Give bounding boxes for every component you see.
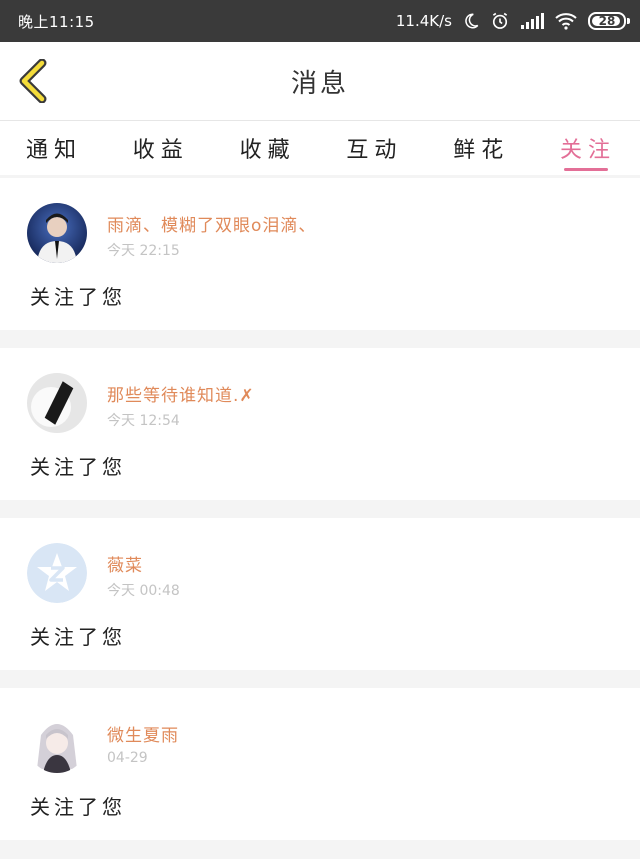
- message-text: 关注了您: [30, 795, 126, 819]
- timestamp: 今天 22:15: [107, 243, 180, 259]
- avatar[interactable]: [27, 543, 87, 603]
- moon-icon: [462, 12, 480, 30]
- message-list: 雨滴、模糊了双眼o泪滴、 今天 22:15 关注了您 那些等待谁知道.✗ 今天 …: [0, 175, 640, 840]
- tab-favorites[interactable]: 收藏: [240, 121, 296, 175]
- status-bar: 晚上11:15 11.4K/s 28: [0, 0, 640, 42]
- net-speed: 11.4K/s: [395, 12, 452, 30]
- timestamp: 今天 00:48: [107, 583, 180, 599]
- alarm-icon: [490, 11, 510, 31]
- avatar[interactable]: [27, 373, 87, 433]
- message-text: 关注了您: [30, 455, 126, 479]
- user-name[interactable]: 微生夏雨: [107, 721, 179, 746]
- tab-flowers[interactable]: 鲜花: [453, 121, 509, 175]
- timestamp: 今天 12:54: [107, 413, 180, 429]
- user-name[interactable]: 那些等待谁知道.✗: [107, 381, 255, 406]
- timestamp: 04-29: [107, 750, 148, 766]
- page-title: 消息: [290, 68, 349, 99]
- app-header: 消息: [0, 42, 640, 121]
- status-icons: 11.4K/s 28: [395, 11, 630, 31]
- signal-icon: [520, 12, 544, 30]
- avatar[interactable]: [27, 713, 87, 773]
- message-text: 关注了您: [30, 285, 126, 309]
- list-item[interactable]: 薇菜 今天 00:48 关注了您: [0, 518, 640, 670]
- user-name[interactable]: 雨滴、模糊了双眼o泪滴、: [107, 211, 316, 236]
- message-text: 关注了您: [30, 625, 126, 649]
- status-time: 晚上11:15: [18, 12, 95, 31]
- battery-icon: 28: [588, 12, 630, 30]
- list-item[interactable]: 微生夏雨 04-29 关注了您: [0, 688, 640, 840]
- user-name[interactable]: 薇菜: [107, 551, 143, 576]
- tab-earnings[interactable]: 收益: [133, 121, 189, 175]
- avatar[interactable]: [27, 203, 87, 263]
- back-arrow-icon: [19, 59, 47, 103]
- tab-follows[interactable]: 关注: [560, 121, 616, 175]
- list-item[interactable]: 雨滴、模糊了双眼o泪滴、 今天 22:15 关注了您: [0, 178, 640, 330]
- tab-notifications[interactable]: 通知: [26, 121, 82, 175]
- wifi-icon: [554, 12, 578, 30]
- back-button[interactable]: [16, 58, 50, 104]
- list-item[interactable]: 那些等待谁知道.✗ 今天 12:54 关注了您: [0, 348, 640, 500]
- tab-interactions[interactable]: 互动: [346, 121, 402, 175]
- tab-bar: 通知 收益 收藏 互动 鲜花 关注: [0, 121, 640, 175]
- default-avatar-icon: [27, 543, 87, 603]
